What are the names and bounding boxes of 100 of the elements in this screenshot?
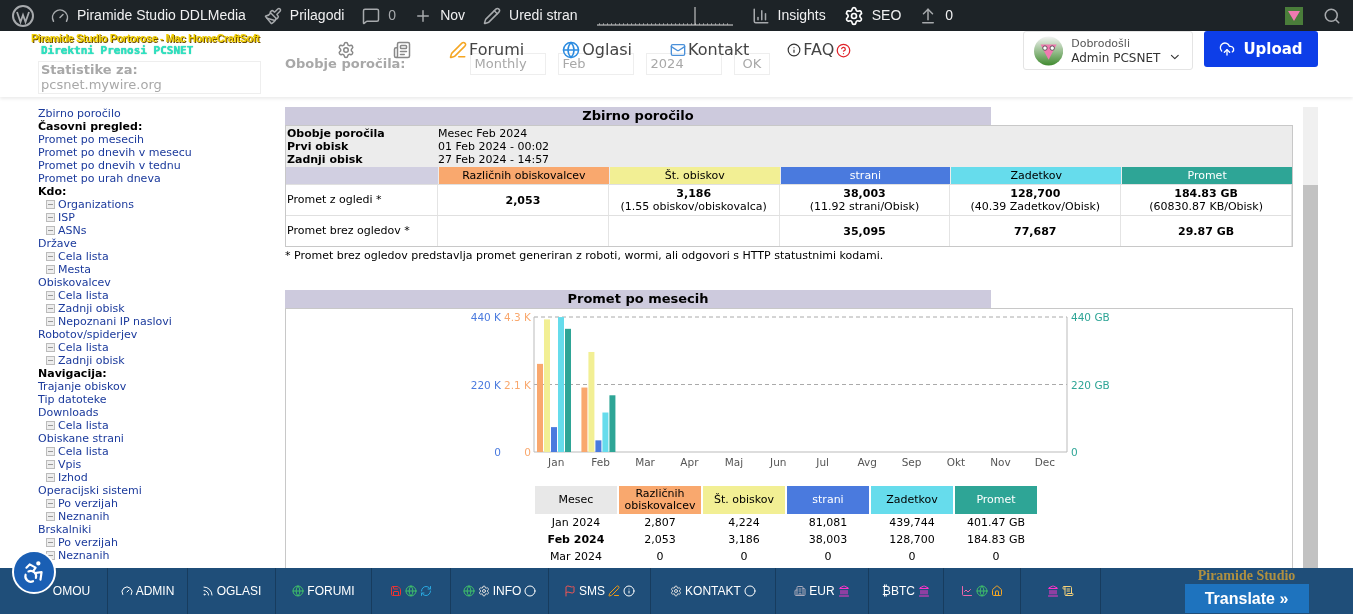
sidebar-link[interactable]: Promet po dnevih v tednu — [38, 159, 285, 172]
question-icon — [836, 42, 852, 58]
value-cell: 128,700 — [1010, 187, 1061, 200]
sidebar-link[interactable]: Vpis — [58, 458, 82, 471]
table-cell-text: 184.83 GB — [965, 532, 1027, 548]
axis-tick-label: 2.1 K — [504, 378, 531, 391]
newspaper-icon[interactable] — [393, 41, 412, 59]
table-cell-text: 2,807 — [643, 515, 677, 531]
sidebar-link[interactable]: Izhod — [58, 471, 88, 484]
comment-icon — [362, 6, 381, 25]
admin-bar-link[interactable]: Nov — [405, 0, 475, 31]
sidebar-link[interactable]: Organizations — [58, 198, 135, 211]
axis-tick-label: 0 — [1071, 446, 1078, 458]
month-label: Okt — [946, 456, 966, 468]
bank-icon — [917, 585, 930, 597]
sidebar-heading: Kdo: — [38, 185, 68, 198]
table-cell-text: Feb 2024 — [546, 532, 606, 548]
sidebar-link[interactable]: Promet po urah dneva — [38, 172, 285, 185]
footnote: * Promet brez ogledov predstavlja promet generiran z roboti, wormi, ali odgovori s HTTP statustnimi kodami. — [285, 249, 885, 262]
axis-tick-label: 440 GB — [1071, 311, 1110, 323]
menu-item[interactable]: FORUMI — [276, 568, 372, 614]
sidebar-link[interactable]: Neznanih — [58, 549, 110, 562]
admin-bar-link[interactable]: Prilagodi — [254, 0, 354, 31]
sidebar-heading: Časovni pregled: — [38, 120, 144, 133]
sidebar-link[interactable]: Zadnji obisk — [58, 354, 125, 367]
settings-icon[interactable] — [337, 41, 356, 59]
scroll-icon — [1062, 585, 1074, 597]
column-header: Promet — [1122, 167, 1292, 184]
axis-tick-label: 0 — [494, 446, 501, 458]
menu-item[interactable]: OGLASI — [188, 568, 276, 614]
wordpress-icon[interactable] — [12, 4, 34, 27]
sidebar-link[interactable]: Mesta — [58, 263, 92, 276]
sidebar-link[interactable]: ISP — [58, 211, 75, 224]
bullet-icon — [46, 252, 55, 261]
month-label: Jun — [770, 456, 787, 468]
sidebar-link[interactable]: Brskalniki — [38, 523, 285, 536]
column-header: Zadetkov — [951, 167, 1122, 184]
globe-icon — [292, 585, 305, 597]
menu-item[interactable]: INFO — [451, 568, 549, 614]
upload-button[interactable]: Upload — [1204, 31, 1318, 67]
sidebar-link[interactable]: Trajanje obiskov — [38, 380, 285, 393]
admin-bar-link[interactable]: SEO — [834, 0, 911, 31]
avatar-icon — [1034, 35, 1064, 66]
column-header: Promet — [955, 486, 1037, 514]
sidebar-link[interactable]: Zadnji obisk — [58, 302, 125, 315]
table-cell-text: 401.47 GB — [965, 515, 1027, 531]
table-cell-text: 0 — [823, 549, 833, 565]
sidebar-link[interactable]: Cela lista — [58, 445, 109, 458]
pencil-icon — [483, 6, 502, 25]
sidebar-link[interactable]: Po verzijah — [58, 497, 118, 510]
sidebar-link[interactable]: Downloads — [38, 406, 285, 419]
sidebar-link[interactable]: Zbirno poročilo — [38, 107, 285, 120]
menu-item[interactable]: KONTAKT — [651, 568, 776, 614]
sidebar-link[interactable]: Obiskovalcev — [38, 276, 285, 289]
menu-item[interactable]: ₿BTC — [869, 568, 944, 614]
sidebar-link[interactable]: Obiskane strani — [38, 432, 285, 445]
admin-bar-link[interactable]: Uredi stran — [474, 0, 587, 31]
sidebar-link[interactable]: Operacijski sistemi — [38, 484, 285, 497]
admin-bar-link[interactable]: Insights — [742, 0, 835, 31]
sidebar-link[interactable]: Cela lista — [58, 341, 109, 354]
table-cell-text: 0 — [907, 549, 917, 565]
bullet-icon — [46, 499, 55, 508]
sidebar-link[interactable]: Robotov/spiderjev — [38, 328, 285, 341]
axis-tick-label: 4.3 K — [504, 311, 531, 323]
scrollbar[interactable] — [1303, 107, 1318, 568]
info-icon — [623, 585, 635, 597]
nav-link[interactable]: FAQ — [787, 38, 852, 62]
menu-item[interactable]: ADMIN — [108, 568, 188, 614]
sidebar-link[interactable]: ASNs — [58, 224, 87, 237]
user-avatar[interactable] — [1285, 6, 1303, 25]
sidebar-link[interactable]: Cela lista — [58, 419, 109, 432]
sidebar-link[interactable]: Nepoznani IP naslovi — [58, 315, 172, 328]
sidebar-link[interactable]: Po verzijah — [58, 536, 118, 549]
sidebar-link[interactable]: Cela lista — [58, 289, 109, 302]
sidebar-link[interactable]: Države — [38, 237, 285, 250]
sidebar-link[interactable]: Cela lista — [58, 250, 109, 263]
sidebar-heading: Navigacija: — [38, 367, 108, 380]
month-label: Feb — [591, 456, 610, 468]
user-menu[interactable]: Dobrodošli Admin PCSNET — [1023, 31, 1193, 70]
table-cell-text: 81,081 — [807, 515, 849, 531]
comments-link[interactable]: 0 — [353, 0, 406, 31]
sidebar-link[interactable]: Promet po mesecih — [38, 133, 285, 146]
sidebar-link[interactable]: Promet po dnevih v mesecu — [38, 146, 285, 159]
admin-bar-link[interactable]: Piramide Studio DDLMedia — [42, 0, 255, 31]
bullet-icon — [46, 304, 55, 313]
sparkline-icon[interactable] — [594, 4, 735, 27]
value-cell: 2,053 — [505, 193, 541, 207]
sidebar-link[interactable]: Neznanih — [58, 510, 110, 523]
record-icon — [524, 585, 537, 597]
search-icon[interactable] — [1323, 6, 1341, 25]
table-cell-text: 0 — [991, 549, 1001, 565]
ratio-note: (40.39 Zadetkov/Obisk) — [970, 200, 1101, 213]
sidebar-link[interactable]: Tip datoteke — [38, 393, 285, 406]
menu-item[interactable]: EUR — [776, 568, 869, 614]
month-label: Jan — [548, 456, 565, 468]
updates-link[interactable]: 0 — [910, 0, 963, 31]
translate-button[interactable]: Translate » — [1184, 584, 1309, 613]
gauge-icon — [120, 585, 133, 597]
menu-item[interactable]: SMS — [549, 568, 651, 614]
bullet-icon — [46, 213, 55, 222]
